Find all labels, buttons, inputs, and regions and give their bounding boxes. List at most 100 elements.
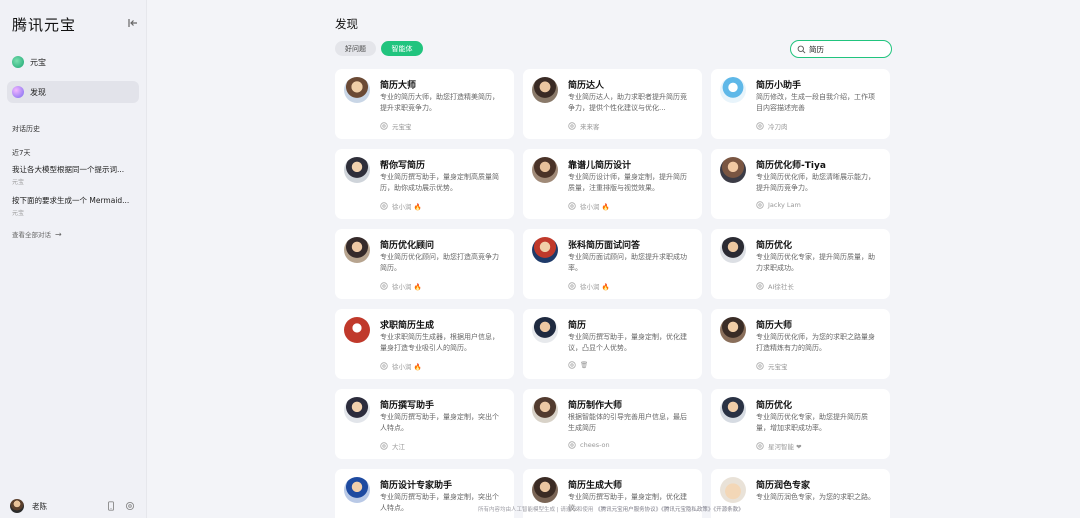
author-icon: [380, 122, 388, 130]
agent-desc: 专业的简历大师，助您打造精美简历，提升求职竞争力。: [380, 93, 499, 112]
nav-item-discover[interactable]: 发现: [7, 81, 139, 103]
agent-title: 简历润色专家: [756, 481, 811, 491]
view-all-link[interactable]: 查看全部对话 →: [12, 229, 62, 240]
agent-avatar: [720, 77, 746, 103]
agent-author: 徐小润 🔥: [568, 281, 610, 291]
agent-desc: 专业求职简历生成器，根据用户信息，量身打造专业吸引人的简历。: [380, 333, 499, 352]
agent-card[interactable]: 简历优化 专业简历优化专家，提升简历质量，助力求职成功。 AI徐社长: [711, 229, 890, 299]
agent-title: 靠谱儿简历设计: [568, 161, 632, 171]
agent-author: 元宝宝: [756, 361, 788, 371]
author-name: 星河智能 ❤: [768, 443, 802, 451]
author-icon: [380, 442, 388, 450]
agent-title: 张科简历面试问答: [568, 241, 641, 251]
author-icon: [568, 122, 576, 130]
agent-card[interactable]: 帮你写简历 专业简历撰写助手，量身定制高质量简历，助你成功展示优势。 徐小润 🔥: [335, 149, 514, 219]
agent-title: 简历: [568, 321, 587, 331]
settings-icon[interactable]: [125, 501, 135, 511]
agent-title: 简历优化: [756, 401, 793, 411]
search-input[interactable]: [809, 44, 889, 54]
agent-title: 简历达人: [568, 81, 605, 91]
agent-title: 简历大师: [756, 321, 793, 331]
agent-desc: 专业简历优化专家，提升简历质量，助力求职成功。: [756, 253, 875, 272]
main-content: 发现 好问题 智能体 简历大师 专业的简历大师，助您打造精美简历，提升求职竞争力…: [147, 0, 1080, 518]
agent-avatar: [720, 397, 746, 423]
author-icon: [568, 361, 576, 369]
agent-avatar: [720, 237, 746, 263]
agent-card[interactable]: 简历优化 专业简历优化专家，助您提升简历质量，增加求职成功率。 星河智能 ❤: [711, 389, 890, 459]
agent-title: 简历优化顾问: [380, 241, 435, 251]
section-label: 近7天: [12, 149, 31, 157]
agent-author: chees-on: [568, 441, 610, 449]
agent-card[interactable]: 简历达人 专业简历达人，助力求职者提升简历竞争力，提供个性化建议与优化... 来…: [523, 69, 702, 139]
agent-author: 大江: [380, 441, 405, 451]
agent-card[interactable]: 简历小助手 简历修改，生成一段自我介绍，工作项目内容描述完善 冷刀肉: [711, 69, 890, 139]
agent-card[interactable]: 张科简历面试问答 专业简历面试顾问，助您提升求职成功率。 徐小润 🔥: [523, 229, 702, 299]
author-icon: [380, 282, 388, 290]
author-icon: [756, 362, 764, 370]
agent-title: 简历制作大师: [568, 401, 623, 411]
arrow-right-icon: →: [55, 229, 62, 239]
author-name: 徐小润 🔥: [392, 363, 422, 371]
agent-card[interactable]: 简历优化师-Tiya 专业简历优化师，助您清晰展示能力，提升简历竞争力。 Jac…: [711, 149, 890, 219]
agent-card[interactable]: 靠谱儿简历设计 专业简历设计师，量身定制，提升简历质量，注重排版与视觉效果。 徐…: [523, 149, 702, 219]
author-icon: [756, 442, 764, 450]
author-name: chees-on: [580, 441, 610, 449]
footer-links[interactable]: 《腾讯元宝用户服务协议》《腾讯元宝隐私政策》《开源条款》: [595, 507, 744, 513]
agent-desc: 根据智能体的引导完善用户信息，最后生成简历: [568, 413, 687, 432]
agent-card[interactable]: 简历优化顾问 专业简历优化顾问，助您打造高竞争力简历。 徐小润 🔥: [335, 229, 514, 299]
agent-card[interactable]: 简历制作大师 根据智能体的引导完善用户信息，最后生成简历 chees-on: [523, 389, 702, 459]
search-box[interactable]: [790, 40, 892, 58]
yuanbao-icon: [12, 56, 24, 68]
agent-title: 帮你写简历: [380, 161, 426, 171]
agent-avatar: [720, 477, 746, 503]
author-icon: [380, 362, 388, 370]
author-name: 徐小润 🔥: [580, 283, 610, 291]
agent-card[interactable]: 简历 专业简历撰写助手，量身定制，优化建议，凸显个人优势。 🗑: [523, 309, 702, 379]
author-icon: [756, 122, 764, 130]
agent-title: 简历大师: [380, 81, 417, 91]
agent-avatar: [344, 157, 370, 183]
avatar: [10, 499, 24, 513]
agent-avatar: [532, 77, 558, 103]
history-item[interactable]: 我让各大模型根据同一个提示词...: [12, 164, 137, 175]
agent-author: 徐小润 🔥: [380, 361, 422, 371]
agent-author: 元宝宝: [380, 121, 412, 131]
agent-author: 来来客: [568, 121, 600, 131]
agent-desc: 专业简历达人，助力求职者提升简历竞争力，提供个性化建议与优化...: [568, 93, 687, 112]
agent-desc: 专业简历撰写助手，量身定制，突出个人特点。: [380, 413, 499, 432]
nav-item-label: 发现: [30, 87, 46, 97]
agent-avatar: [532, 397, 558, 423]
phone-icon[interactable]: [106, 501, 116, 511]
agent-desc: 专业简历优化师，助您清晰展示能力，提升简历竞争力。: [756, 173, 875, 192]
history-item[interactable]: 按下面的要求生成一个 Mermaid...: [12, 195, 137, 206]
agent-card[interactable]: 简历撰写助手 专业简历撰写助手，量身定制，突出个人特点。 大江: [335, 389, 514, 459]
agent-title: 简历优化师-Tiya: [756, 161, 826, 171]
author-name: 元宝宝: [392, 123, 412, 131]
tab-agents[interactable]: 智能体: [381, 41, 423, 56]
nav-item-yuanbao[interactable]: 元宝: [7, 51, 139, 73]
author-name: 徐小润 🔥: [392, 203, 422, 211]
agent-title: 简历小助手: [756, 81, 802, 91]
agent-desc: 专业简历设计师，量身定制，提升简历质量，注重排版与视觉效果。: [568, 173, 687, 192]
collapse-sidebar-icon[interactable]: [127, 17, 139, 29]
agent-author: 冷刀肉: [756, 121, 788, 131]
agent-author: 徐小润 🔥: [380, 281, 422, 291]
author-name: 徐小润 🔥: [580, 203, 610, 211]
agent-author: 徐小润 🔥: [568, 201, 610, 211]
agent-card[interactable]: 求职简历生成 专业求职简历生成器，根据用户信息，量身打造专业吸引人的简历。 徐小…: [335, 309, 514, 379]
sidebar: 腾讯元宝 元宝 发现 对话历史 近7天 我让各大模型根据同一个提示词... 元宝…: [0, 0, 147, 518]
agent-desc: 专业简历润色专家，为您的求职之路。: [756, 493, 875, 501]
tab-good-questions[interactable]: 好问题: [335, 41, 376, 56]
agent-desc: 专业简历优化专家，助您提升简历质量，增加求职成功率。: [756, 413, 868, 432]
agent-card[interactable]: 简历大师 专业的简历大师，助您打造精美简历，提升求职竞争力。 元宝宝: [335, 69, 514, 139]
agent-avatar: [532, 317, 558, 343]
agent-desc: 专业简历面试顾问，助您提升求职成功率。: [568, 253, 687, 272]
agent-title: 简历设计专家助手: [380, 481, 453, 491]
history-label: 对话历史: [12, 125, 40, 133]
agent-avatar: [532, 237, 558, 263]
author-name: 冷刀肉: [768, 123, 788, 131]
agent-author: 徐小润 🔥: [380, 201, 422, 211]
user-profile[interactable]: 老陈: [10, 499, 47, 513]
author-name: Jacky Lam: [768, 201, 801, 209]
agent-card[interactable]: 简历大师 专业简历优化师，为您的求职之路量身打造精炼有力的简历。 元宝宝: [711, 309, 890, 379]
